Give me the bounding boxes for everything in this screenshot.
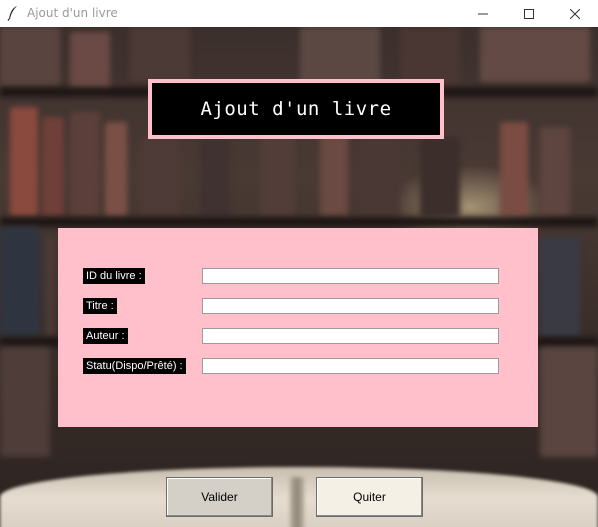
book-id-label: ID du livre :: [83, 268, 145, 284]
maximize-icon: [524, 8, 534, 19]
author-input[interactable]: [202, 328, 499, 344]
maximize-button[interactable]: [506, 0, 552, 27]
minimize-icon: [478, 13, 488, 14]
quit-button[interactable]: Quiter: [316, 477, 423, 517]
author-label: Auteur :: [83, 328, 128, 344]
feather-icon: [7, 5, 19, 21]
minimize-button[interactable]: [460, 0, 506, 27]
book-id-input[interactable]: [202, 268, 499, 284]
title-input[interactable]: [202, 298, 499, 314]
window-title: Ajout d'un livre: [27, 6, 118, 20]
validate-button[interactable]: Valider: [166, 477, 273, 517]
window-title-bar: Ajout d'un livre: [0, 0, 598, 27]
form-panel: ID du livre : Titre : Auteur : Statu(Dis…: [58, 228, 538, 427]
page-title: Ajout d'un livre: [148, 79, 444, 139]
title-label: Titre :: [83, 298, 117, 314]
status-input[interactable]: [202, 358, 499, 374]
status-label: Statu(Dispo/Prêté) :: [83, 358, 186, 374]
close-button[interactable]: [552, 0, 598, 27]
close-icon: [570, 8, 580, 19]
